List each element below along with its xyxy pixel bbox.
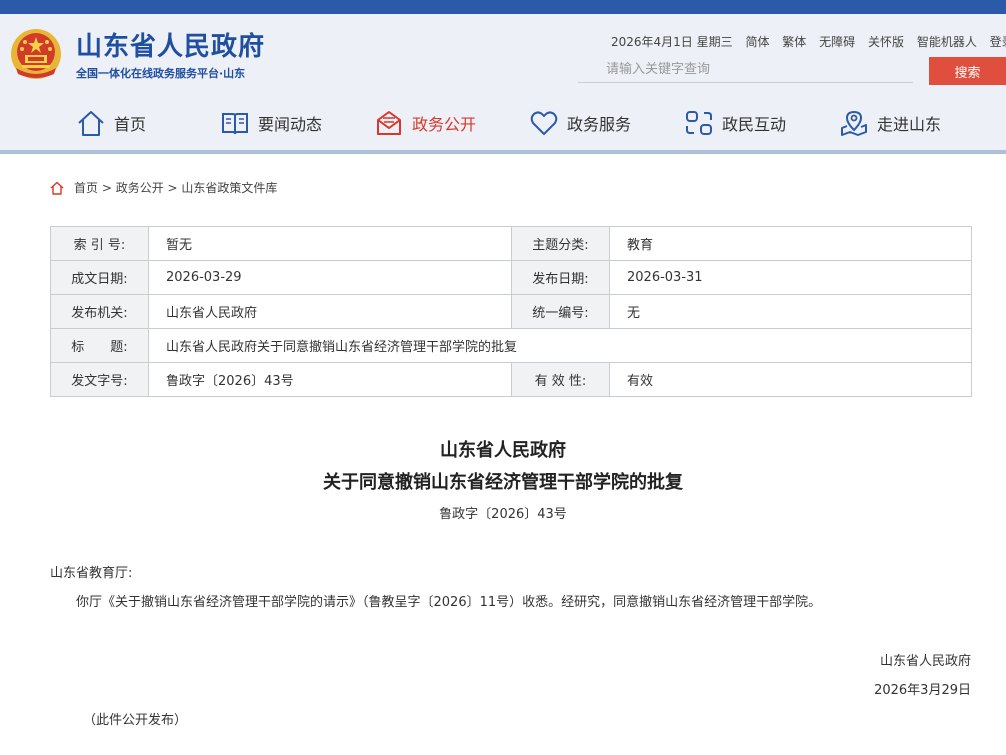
nav-item-gov-affairs[interactable]: 政务公开 (374, 105, 476, 141)
nav-label: 要闻动态 (258, 115, 323, 134)
title-label: 标 题: (50, 328, 149, 363)
breadcrumb-gov-affairs[interactable]: 政务公开 (116, 179, 164, 196)
signature-date: 2026年3月29日 (874, 683, 971, 698)
top-bar (0, 0, 1006, 14)
breadcrumb-separator: > (98, 180, 116, 195)
nav-item-news[interactable]: 要闻动态 (220, 105, 322, 141)
org-label: 发布机关: (50, 294, 149, 329)
nav-item-interaction[interactable]: 政民互动 (684, 105, 786, 141)
date-value: 2026-03-29 (148, 260, 512, 295)
date-label: 成文日期: (50, 260, 149, 295)
document-title-line1: 山东省人民政府 (440, 440, 566, 461)
code-value: 无 (609, 294, 972, 329)
login-link[interactable]: 登录 (990, 35, 1006, 49)
current-date: 2026年4月1日 星期三 (611, 35, 733, 49)
docno-value: 鲁政字〔2026〕43号 (148, 362, 512, 397)
breadcrumb-policy-library[interactable]: 山东省政策文件库 (181, 179, 277, 196)
org-value: 山东省人民政府 (148, 294, 512, 329)
title-value: 山东省人民政府关于同意撤销山东省经济管理干部学院的批复 (148, 328, 972, 363)
header-divider (0, 150, 1006, 154)
breadcrumb-home[interactable]: 首页 (74, 179, 98, 196)
validity-value: 有效 (609, 362, 972, 397)
interact-icon (686, 111, 712, 135)
heart-icon (530, 111, 558, 135)
national-emblem-icon[interactable] (10, 28, 62, 80)
document-metadata-table: 索 引 号: 暂无 主题分类: 教育 成文日期: 2026-03-29 发布日期… (50, 226, 972, 397)
mail-icon (377, 111, 401, 135)
nav-label: 首页 (114, 115, 147, 134)
table-row: 标 题: 山东省人民政府关于同意撤销山东省经济管理干部学院的批复 (50, 328, 972, 363)
breadcrumb: 首页 > 政务公开 > 山东省政策文件库 (50, 179, 277, 196)
docno-label: 发文字号: (50, 362, 149, 397)
nav-item-home[interactable]: 首页 (76, 105, 146, 141)
table-row: 发布机关: 山东省人民政府 统一编号: 无 (50, 294, 972, 329)
index-value: 暂无 (148, 226, 512, 261)
traditional-link[interactable]: 繁体 (782, 35, 806, 49)
nav-label: 走进山东 (877, 115, 942, 134)
nav-item-gov-services[interactable]: 政务服务 (529, 105, 631, 141)
table-row: 发文字号: 鲁政字〔2026〕43号 有 效 性: 有效 (50, 362, 972, 397)
site-title[interactable]: 山东省人民政府 (76, 26, 265, 63)
document-number: 鲁政字〔2026〕43号 (439, 507, 567, 522)
nav-item-about-shandong[interactable]: 走进山东 (839, 105, 941, 141)
search-button[interactable]: 搜索 (929, 57, 1006, 85)
nav-label: 政民互动 (722, 115, 787, 134)
robot-link[interactable]: 智能机器人 (917, 35, 977, 49)
table-row: 索 引 号: 暂无 主题分类: 教育 (50, 226, 972, 261)
topic-value: 教育 (609, 226, 972, 261)
nav-label: 政务公开 (412, 115, 477, 134)
home-icon (50, 181, 64, 195)
accessibility-link[interactable]: 无障碍 (819, 35, 855, 49)
home-icon (78, 111, 104, 136)
pub-date-label: 发布日期: (511, 260, 610, 295)
validity-label: 有 效 性: (511, 362, 610, 397)
publication-note: （此件公开发布） (83, 713, 188, 728)
breadcrumb-separator: > (163, 180, 182, 195)
document-title-line2: 关于同意撤销山东省经济管理干部学院的批复 (323, 472, 683, 493)
simplified-link[interactable]: 简体 (745, 35, 769, 49)
care-version-link[interactable]: 关怀版 (868, 35, 904, 49)
code-label: 统一编号: (511, 294, 610, 329)
signature-org: 山东省人民政府 (879, 654, 971, 669)
search-input[interactable] (578, 57, 913, 83)
document-recipient: 山东省教育厅: (50, 566, 133, 581)
pub-date-value: 2026-03-31 (609, 260, 972, 295)
top-links: 2026年4月1日 星期三 简体 繁体 无障碍 关怀版 智能机器人 登录 注册 (611, 33, 1006, 50)
table-row: 成文日期: 2026-03-29 发布日期: 2026-03-31 (50, 260, 972, 295)
document-body: 你厅《关于撤销山东省经济管理干部学院的请示》（鲁教呈字〔2026〕11号）收悉。… (76, 595, 822, 610)
site-subtitle: 全国一体化在线政务服务平台·山东 (76, 67, 246, 80)
map-pin-icon (841, 110, 867, 136)
news-icon (222, 113, 248, 135)
index-label: 索 引 号: (50, 226, 149, 261)
topic-label: 主题分类: (511, 226, 610, 261)
nav-label: 政务服务 (567, 115, 632, 134)
